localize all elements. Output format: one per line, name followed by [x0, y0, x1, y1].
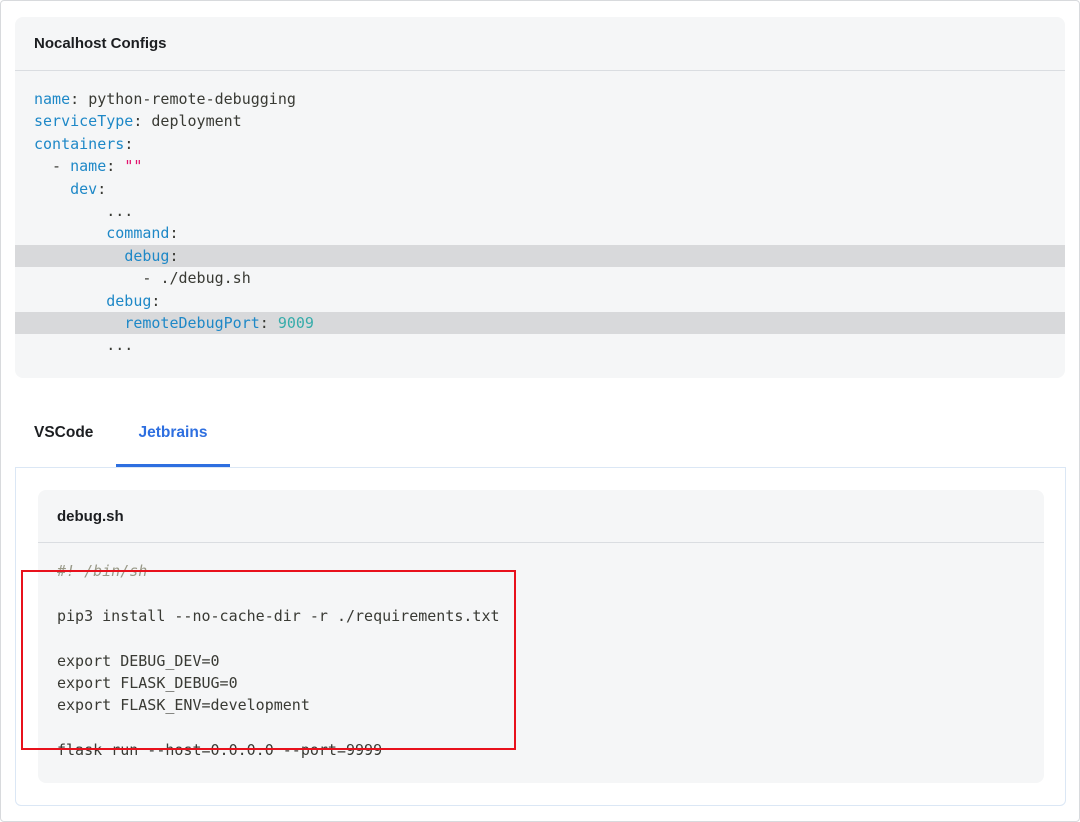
config-code-line: - ./debug.sh — [34, 269, 251, 288]
yaml-key: remoteDebugPort — [124, 313, 260, 332]
yaml-value: ./debug.sh — [160, 269, 251, 288]
tab-vscode[interactable]: VSCode — [34, 409, 93, 467]
config-card-title: Nocalhost Configs — [15, 17, 1065, 71]
yaml-value: deployment — [151, 112, 242, 131]
config-code-line: ... — [15, 200, 1065, 222]
config-code-line: remoteDebugPort: 9009 — [15, 311, 1065, 335]
yaml-key: name — [70, 157, 107, 176]
yaml-value: ... — [106, 201, 134, 220]
yaml-value: "" — [124, 157, 143, 176]
config-code-line: debug: — [106, 291, 161, 310]
config-code-line: dev: — [70, 179, 107, 198]
nocalhost-config-card: Nocalhost Configs name: python-remote-de… — [15, 17, 1065, 378]
config-code-line: - name: "" — [34, 157, 143, 176]
yaml-key: command — [106, 224, 170, 243]
config-code-line: serviceType: deployment — [34, 112, 242, 131]
yaml-key: dev — [70, 179, 98, 198]
tab-panel-jetbrains: debug.sh #! /bin/sh pip3 install --no-ca… — [15, 467, 1066, 806]
config-code-block[interactable]: name: python-remote-debugging serviceType… — [15, 71, 1065, 357]
yaml-value: ... — [106, 336, 134, 355]
config-code-line: debug: — [15, 244, 1065, 268]
script-card-title: debug.sh — [38, 490, 1044, 543]
config-code-line: containers: — [34, 134, 134, 153]
yaml-key: containers — [34, 134, 125, 153]
highlight-box — [21, 570, 516, 750]
yaml-key: serviceType — [34, 112, 134, 131]
tab-jetbrains[interactable]: Jetbrains — [116, 409, 230, 467]
page-frame: Nocalhost Configs name: python-remote-de… — [0, 0, 1080, 822]
config-code-line: command: — [106, 224, 179, 243]
yaml-value: python-remote-debugging — [88, 90, 296, 108]
yaml-key: debug — [124, 246, 170, 265]
yaml-key: debug — [106, 291, 152, 310]
config-code-line: name: python-remote-debugging — [34, 90, 296, 108]
config-code-line: ... — [15, 334, 1065, 356]
yaml-value: 9009 — [277, 313, 314, 332]
yaml-key: name — [34, 90, 71, 108]
